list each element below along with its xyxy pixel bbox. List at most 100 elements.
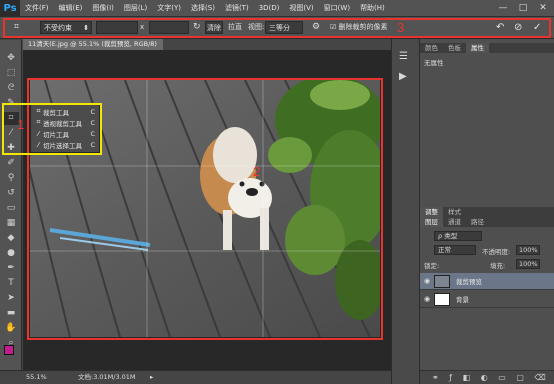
flyout-item-slice-select[interactable]: ⁄ 切片选择工具 C — [31, 139, 99, 150]
tab-styles[interactable]: 样式 — [443, 207, 466, 217]
reset-icon[interactable]: ↶ — [496, 21, 504, 34]
delete-cropped-label: 删除裁剪的像素 — [338, 23, 388, 31]
foreground-color-swatch[interactable] — [4, 345, 14, 355]
crop-tool-preset-icon[interactable]: ⌗ — [14, 21, 30, 34]
type-tool-icon[interactable]: T — [3, 277, 19, 290]
eraser-tool-icon[interactable]: ▭ — [3, 202, 19, 215]
perspective-crop-icon: ⌗ — [36, 118, 41, 126]
menu-bar: Ps 文件(F) 编辑(E) 图像(I) 图层(L) 文字(Y) 选择(S) 滤… — [0, 0, 554, 17]
properties-empty-text: 无属性 — [424, 59, 444, 67]
move-tool-icon[interactable]: ✥ — [3, 52, 19, 65]
layer-row-crop-preview[interactable]: ◉ 裁剪预览 — [420, 273, 554, 290]
tab-color[interactable]: 颜色 — [420, 43, 443, 53]
hand-tool-icon[interactable]: ✋ — [3, 322, 19, 335]
menu-3d[interactable]: 3D(D) — [254, 4, 285, 12]
history-panel-icon[interactable]: ☰ — [399, 51, 408, 62]
clone-stamp-tool-icon[interactable]: ⚲ — [3, 172, 19, 185]
visibility-eye-icon[interactable]: ◉ — [420, 277, 434, 285]
status-arrow-icon[interactable]: ▸ — [150, 371, 153, 384]
annotation-1: 1 — [17, 117, 25, 132]
settings-gear-icon[interactable]: ⚙ — [312, 21, 320, 34]
visibility-eye-icon[interactable]: ◉ — [420, 295, 434, 303]
dodge-tool-icon[interactable]: ● — [3, 247, 19, 260]
swap-separator[interactable]: x — [140, 21, 144, 34]
pen-tool-icon[interactable]: ✒ — [3, 262, 19, 275]
close-button[interactable]: ✕ — [536, 2, 550, 14]
adjustments-tabs: 调整 样式 — [420, 207, 554, 217]
mask-icon[interactable]: ◧ — [463, 373, 471, 382]
height-input[interactable] — [149, 21, 189, 34]
ratio-value: 不受约束 — [44, 24, 72, 32]
menu-help[interactable]: 帮助(H) — [355, 3, 390, 13]
lasso-tool-icon[interactable]: ᘓ — [3, 82, 19, 95]
width-input[interactable] — [96, 21, 138, 34]
adjustment-layer-icon[interactable]: ◐ — [481, 373, 488, 382]
window-controls: — □ ✕ — [496, 2, 550, 14]
zoom-level[interactable]: 55.1% — [26, 371, 47, 384]
marquee-tool-icon[interactable]: ⬚ — [3, 67, 19, 80]
menu-window[interactable]: 窗口(W) — [319, 3, 355, 13]
layers-footer: ⚭ ƒ ◧ ◐ ▭ ▢ ⌫ — [420, 370, 554, 384]
view-select[interactable]: 三等分 — [265, 21, 303, 34]
menu-file[interactable]: 文件(F) — [20, 3, 54, 13]
fill-input[interactable]: 100% — [516, 259, 540, 269]
tab-adjustments[interactable]: 调整 — [420, 207, 443, 217]
brush-tool-icon[interactable]: ✐ — [3, 157, 19, 170]
photoshop-window: Ps 文件(F) 编辑(E) 图像(I) 图层(L) 文字(Y) 选择(S) 滤… — [0, 0, 554, 384]
layer-kind-filter[interactable]: ρ 类型 — [434, 231, 482, 241]
view-label: 视图: — [248, 23, 265, 31]
menu-image[interactable]: 图像(I) — [87, 3, 119, 13]
delete-cropped-checkbox[interactable]: ☑ 删除裁剪的像素 — [330, 21, 388, 34]
fill-label: 填充: — [490, 262, 506, 270]
fx-icon[interactable]: ƒ — [449, 373, 452, 382]
group-folder-icon[interactable]: ▭ — [498, 373, 506, 382]
menu-layer[interactable]: 图层(L) — [119, 3, 152, 13]
layer-name: 背景 — [456, 296, 469, 304]
flyout-item-perspective-crop[interactable]: ⌗ 透视裁剪工具 C — [31, 117, 99, 128]
layer-row-background[interactable]: ◉ 背景 — [420, 291, 554, 308]
tab-paths[interactable]: 路径 — [466, 217, 489, 227]
blur-tool-icon[interactable]: ◆ — [3, 232, 19, 245]
rotate-icon[interactable]: ↻ — [193, 21, 201, 34]
blend-mode-select[interactable]: 正常 — [434, 245, 476, 255]
actions-panel-icon[interactable]: ▶ — [399, 71, 407, 82]
flyout-label: 透视裁剪工具 — [43, 119, 82, 128]
commit-crop-icon[interactable]: ✓ — [533, 21, 541, 34]
flyout-shortcut: C — [90, 129, 95, 138]
ratio-select[interactable]: 不受约束 ⬍ — [40, 21, 92, 34]
cancel-crop-icon[interactable]: ⊘ — [514, 21, 522, 34]
new-layer-icon[interactable]: ▢ — [516, 373, 524, 382]
flyout-item-crop[interactable]: ⌗ 裁剪工具 C — [31, 106, 99, 117]
tools-panel: ✥ ⬚ ᘓ ✎ ⌗ ⁄ ✚ ✐ ⚲ ↺ ▭ ▦ ◆ ● ✒ T ➤ ▬ ✋ ⌕ — [0, 40, 22, 370]
menu-edit[interactable]: 编辑(E) — [54, 3, 88, 13]
straighten-button[interactable]: 拉直 — [228, 21, 242, 34]
tab-swatches[interactable]: 色板 — [443, 43, 466, 53]
right-panels: 颜色 色板 属性 无属性 调整 样式 图层 通道 路径 ρ 类型 正常 不透明度… — [419, 39, 554, 384]
menu-type[interactable]: 文字(Y) — [152, 3, 186, 13]
clear-button[interactable]: 清除 — [205, 21, 223, 34]
quick-select-tool-icon[interactable]: ✎ — [3, 97, 19, 110]
lock-label: 锁定: — [424, 262, 440, 270]
menu-view[interactable]: 视图(V) — [284, 3, 318, 13]
history-brush-tool-icon[interactable]: ↺ — [3, 187, 19, 200]
crop-tool-flyout: ⌗ 裁剪工具 C ⌗ 透视裁剪工具 C ⁄ 切片工具 C ⁄ 切片选择工具 C — [30, 103, 100, 153]
menu-filter[interactable]: 滤镜(T) — [220, 3, 254, 13]
checkbox-icon: ☑ — [330, 23, 337, 31]
flyout-shortcut: C — [90, 140, 95, 149]
path-select-tool-icon[interactable]: ➤ — [3, 292, 19, 305]
healing-brush-tool-icon[interactable]: ✚ — [3, 142, 19, 155]
tab-properties[interactable]: 属性 — [466, 43, 489, 53]
opacity-input[interactable]: 100% — [516, 245, 540, 255]
layer-thumbnail — [434, 292, 450, 306]
minimize-button[interactable]: — — [496, 2, 510, 14]
flyout-item-slice[interactable]: ⁄ 切片工具 C — [31, 128, 99, 139]
link-layers-icon[interactable]: ⚭ — [432, 373, 439, 382]
trash-icon[interactable]: ⌫ — [534, 373, 545, 382]
tab-layers[interactable]: 图层 — [420, 217, 443, 227]
gradient-tool-icon[interactable]: ▦ — [3, 217, 19, 230]
tab-channels[interactable]: 通道 — [443, 217, 466, 227]
maximize-button[interactable]: □ — [516, 2, 530, 14]
document-tab[interactable]: 11清天(E.jpg @ 55.1% (裁剪预览, RGB/8) — [23, 39, 163, 50]
shape-tool-icon[interactable]: ▬ — [3, 307, 19, 320]
menu-select[interactable]: 选择(S) — [186, 3, 220, 13]
